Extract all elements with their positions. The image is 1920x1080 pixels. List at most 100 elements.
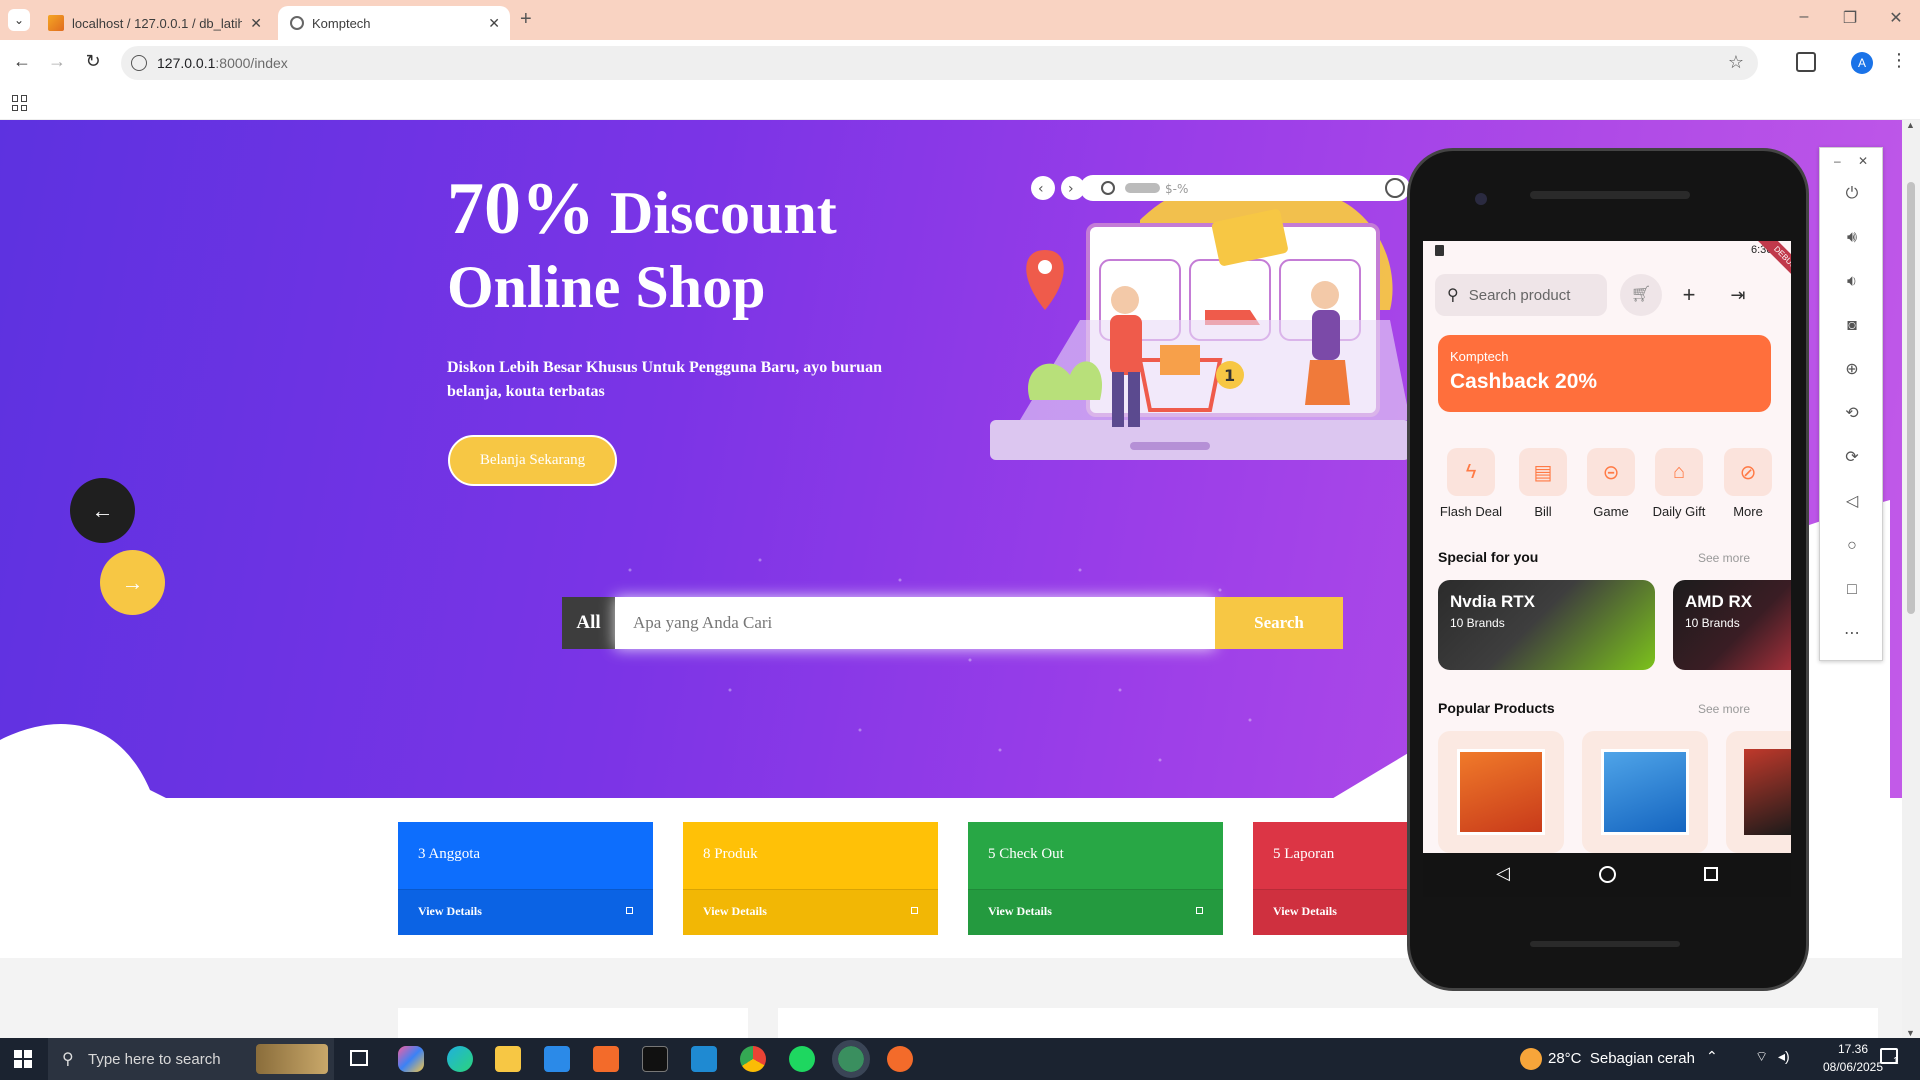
view-details-link[interactable]: View Details bbox=[398, 889, 653, 935]
page-scrollbar[interactable]: ▲ ▼ bbox=[1902, 120, 1920, 1038]
special-card-sub: 10 Brands bbox=[1450, 616, 1505, 630]
camera-icon[interactable]: ◙ bbox=[1840, 314, 1864, 338]
close-window-icon[interactable]: ✕ bbox=[1876, 8, 1916, 28]
search-category-select[interactable]: All bbox=[562, 597, 615, 649]
popular-see-more-link[interactable]: See more bbox=[1698, 702, 1750, 716]
svg-text:1: 1 bbox=[1224, 366, 1235, 385]
apps-grid-icon[interactable] bbox=[12, 95, 28, 111]
tab-phpmyadmin[interactable]: localhost / 127.0.0.1 / db_latiha ✕ bbox=[36, 6, 272, 40]
site-info-icon[interactable] bbox=[131, 55, 147, 71]
product-card-gpu[interactable] bbox=[1726, 731, 1791, 853]
android-studio-icon[interactable] bbox=[832, 1040, 870, 1078]
stat-card-label: 8 Produk bbox=[703, 846, 758, 862]
more-options-icon[interactable]: ⋯ bbox=[1840, 622, 1864, 646]
logout-icon[interactable]: ⇥ bbox=[1717, 274, 1759, 316]
category-flash-deal[interactable]: ϟ Flash Deal bbox=[1440, 448, 1502, 519]
windows-start-icon[interactable] bbox=[14, 1050, 32, 1068]
special-card-amd[interactable]: AMD RX 10 Brands bbox=[1673, 580, 1791, 670]
weather-text[interactable]: 28°C Sebagian cerah bbox=[1548, 1050, 1695, 1067]
shopping-illustration: ‹ › $-% 1 bbox=[990, 175, 1410, 460]
rotate-left-icon[interactable]: ⟲ bbox=[1840, 402, 1864, 426]
chrome-icon[interactable] bbox=[740, 1046, 766, 1072]
clock-time[interactable]: 17.36 bbox=[1823, 1042, 1883, 1056]
power-icon[interactable]: ⏻ bbox=[1840, 182, 1864, 206]
tab-search-chevron-icon[interactable]: ⌄ bbox=[8, 9, 30, 31]
volume-down-icon[interactable]: 🔉︎ bbox=[1840, 270, 1864, 294]
search-button[interactable]: Search bbox=[1215, 597, 1343, 649]
network-icon[interactable]: ⌔ bbox=[1755, 1048, 1768, 1066]
tab-label: Komptech bbox=[312, 15, 371, 31]
ryzen-box-image bbox=[1457, 749, 1545, 835]
store-icon[interactable] bbox=[544, 1046, 570, 1072]
taskbar-search[interactable]: ⚲ Type here to search bbox=[48, 1038, 334, 1080]
tab-komptech[interactable]: Komptech ✕ bbox=[278, 6, 510, 40]
terminal-icon[interactable] bbox=[642, 1046, 668, 1072]
back-icon[interactable]: ← bbox=[10, 51, 34, 72]
windows-taskbar: ⚲ Type here to search 28°C Sebagian cera… bbox=[0, 1038, 1920, 1080]
android-recents-icon[interactable] bbox=[1704, 867, 1718, 881]
phone-search-bar[interactable]: ⚲ Search product bbox=[1435, 274, 1607, 316]
volume-up-icon[interactable]: 🔊︎ bbox=[1840, 226, 1864, 250]
android-back-icon[interactable]: ◁ bbox=[1496, 863, 1510, 884]
product-card-amd-ryzen[interactable] bbox=[1438, 731, 1564, 853]
scroll-up-icon[interactable]: ▲ bbox=[1906, 120, 1915, 130]
volume-icon[interactable]: ◂) bbox=[1778, 1048, 1790, 1065]
tab-close-icon[interactable]: ✕ bbox=[488, 15, 500, 32]
profile-avatar[interactable]: A bbox=[1851, 52, 1873, 74]
restore-icon[interactable]: ❐ bbox=[1830, 8, 1870, 28]
promo-big-label: Cashback 20% bbox=[1450, 370, 1598, 393]
new-tab-icon[interactable]: + bbox=[520, 8, 532, 31]
file-explorer-icon[interactable] bbox=[495, 1046, 521, 1072]
back-icon[interactable]: ◁ bbox=[1840, 490, 1864, 514]
tray-chevron-icon[interactable]: ⌃ bbox=[1706, 1048, 1718, 1065]
carousel-prev-button[interactable]: ← bbox=[70, 478, 135, 543]
vscode-icon[interactable] bbox=[691, 1046, 717, 1072]
special-card-nvidia[interactable]: Nvdia RTX 10 Brands bbox=[1438, 580, 1655, 670]
carousel-next-button[interactable]: → bbox=[100, 550, 165, 615]
tab-close-icon[interactable]: ✕ bbox=[250, 15, 262, 32]
android-home-icon[interactable] bbox=[1599, 866, 1616, 883]
address-bar[interactable]: 127.0.0.1:8000/index ☆ bbox=[121, 46, 1758, 80]
scrollbar-thumb[interactable] bbox=[1907, 182, 1915, 614]
view-details-link[interactable]: View Details bbox=[968, 889, 1223, 935]
xampp-icon[interactable] bbox=[593, 1046, 619, 1072]
rotate-right-icon[interactable]: ⟳ bbox=[1840, 446, 1864, 470]
view-details-label: View Details bbox=[988, 904, 1052, 918]
forward-icon[interactable]: → bbox=[45, 51, 69, 72]
edge-icon[interactable] bbox=[447, 1046, 473, 1072]
search-input[interactable] bbox=[615, 597, 1215, 649]
home-icon[interactable]: ○ bbox=[1840, 534, 1864, 558]
android-nav-bar: ◁ bbox=[1423, 853, 1791, 897]
category-daily-gift[interactable]: ⌂ Daily Gift bbox=[1653, 448, 1705, 519]
reload-icon[interactable]: ↻ bbox=[81, 51, 105, 72]
url-path: :8000/index bbox=[215, 55, 288, 71]
browser-menu-icon[interactable]: ⋮ bbox=[1890, 50, 1908, 71]
postman-icon[interactable] bbox=[887, 1046, 913, 1072]
add-icon[interactable]: + bbox=[1668, 274, 1710, 316]
view-details-label: View Details bbox=[1273, 904, 1337, 918]
category-bill[interactable]: ▤ Bill bbox=[1518, 448, 1568, 519]
view-details-link[interactable]: View Details bbox=[683, 889, 938, 935]
category-game[interactable]: ⊝ Game bbox=[1586, 448, 1636, 519]
category-label: Game bbox=[1593, 504, 1629, 519]
zoom-icon[interactable]: ⊕ bbox=[1840, 358, 1864, 382]
special-see-more-link[interactable]: See more bbox=[1698, 551, 1750, 565]
emulator-close-icon[interactable]: ✕ bbox=[1858, 154, 1868, 168]
extensions-icon[interactable] bbox=[1796, 52, 1816, 72]
search-icon: ⚲ bbox=[1447, 287, 1459, 304]
bookmark-star-icon[interactable]: ☆ bbox=[1728, 52, 1744, 73]
category-more[interactable]: ⊘ More bbox=[1723, 448, 1773, 519]
special-card-title: AMD RX bbox=[1685, 592, 1753, 611]
product-card-intel-core[interactable] bbox=[1582, 731, 1708, 853]
shop-now-button[interactable]: Belanja Sekarang bbox=[448, 435, 617, 486]
promo-banner[interactable]: Komptech Cashback 20% bbox=[1438, 335, 1771, 412]
minimize-icon[interactable]: – bbox=[1784, 8, 1824, 26]
scroll-down-icon[interactable]: ▼ bbox=[1906, 1028, 1915, 1038]
copilot-icon[interactable] bbox=[398, 1046, 424, 1072]
emulator-minimize-icon[interactable]: – bbox=[1834, 154, 1841, 168]
task-view-icon[interactable] bbox=[350, 1050, 368, 1066]
globe-icon bbox=[290, 16, 304, 30]
cart-icon[interactable]: 🛒︎ bbox=[1620, 274, 1662, 316]
spotify-icon[interactable] bbox=[789, 1046, 815, 1072]
overview-icon[interactable]: □ bbox=[1840, 578, 1864, 602]
